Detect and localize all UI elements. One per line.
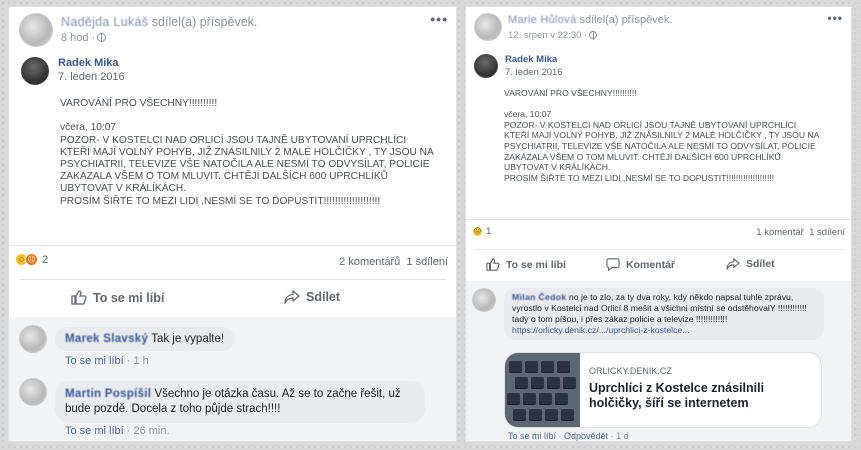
- shared-line: Nadějda Lukáš sdílel(a) příspěvek.: [61, 15, 257, 29]
- commenter-avatar[interactable]: [472, 288, 496, 312]
- comment-time[interactable]: 1 d: [616, 431, 629, 441]
- comment-bubble: Marek Slavský Tak je vypalte!: [55, 327, 235, 351]
- divider: [474, 249, 843, 250]
- comment-reply-link[interactable]: Odpovědět: [564, 431, 608, 441]
- reaction-count: 2: [42, 253, 49, 266]
- divider: [19, 279, 446, 280]
- comment-time[interactable]: · 26 min.: [124, 425, 170, 437]
- post-time-link[interactable]: 8 hod ·: [61, 32, 95, 44]
- commenter-name[interactable]: Milan Čedok: [512, 292, 566, 302]
- comment-label: Komentář: [626, 258, 676, 271]
- like-icon: [486, 258, 500, 271]
- engagement-counts[interactable]: 1 komentář 1 sdílení: [756, 227, 845, 238]
- like-button[interactable]: To se mi líbí: [486, 258, 566, 271]
- shared-text: sdílel(a) příspěvek.: [151, 15, 258, 29]
- post-time: 8 hod ·: [61, 32, 257, 44]
- divider: [9, 245, 456, 246]
- sharer-avatar[interactable]: [19, 13, 53, 47]
- comment-meta: To se mi líbí · 1 h: [65, 355, 149, 367]
- preview-domain: ORLICKY.DENIK.CZ: [589, 366, 672, 376]
- more-icon[interactable]: •••: [430, 11, 448, 27]
- shared-text: sdílel(a) příspěvek.: [579, 14, 673, 26]
- right-post-card: Marie Hůlová sdílel(a) příspěvek. 12. sr…: [465, 6, 852, 442]
- sad-emoji-icon: ☹: [472, 226, 483, 237]
- author-name[interactable]: Radek Mika: [58, 57, 125, 69]
- share-button[interactable]: Sdílet: [284, 290, 340, 304]
- globe-icon: [589, 31, 598, 40]
- share-button[interactable]: Sdílet: [726, 258, 775, 270]
- author-date[interactable]: 7. leden 2016: [505, 67, 563, 78]
- share-icon: [284, 290, 300, 304]
- comment-like-link[interactable]: To se mi líbí: [65, 425, 124, 437]
- like-icon: [71, 290, 87, 305]
- sharer-name[interactable]: Marie Hůlová: [508, 14, 576, 26]
- preview-title: Uprchlíci z Kostelce znásilnili holčičky…: [589, 381, 765, 410]
- post-time-link[interactable]: 12. srpen v 22:30 ·: [508, 30, 587, 41]
- globe-icon: [97, 33, 107, 42]
- comment-bubble: Milan Čedok no je to zlo, za ty dva roky…: [504, 288, 824, 340]
- comment-bubble: Martin Pospíšil Všechno je otázka času. …: [55, 381, 425, 423]
- commenter-name[interactable]: Marek Slavský: [65, 333, 148, 345]
- comment-link[interactable]: https://orlicky.denik.cz/.../uprchlici-z…: [512, 325, 690, 335]
- like-button[interactable]: To se mi líbí: [71, 290, 164, 305]
- sharer-name[interactable]: Nadějda Lukáš: [61, 15, 148, 29]
- preview-image: [505, 353, 580, 427]
- divider: [466, 219, 851, 220]
- engagement-counts[interactable]: 2 komentářů 1 sdílení: [339, 256, 448, 268]
- commenter-avatar[interactable]: [19, 378, 47, 406]
- like-label: To se mi líbí: [93, 290, 165, 305]
- reactions-summary[interactable]: ☹ 1: [472, 226, 491, 237]
- shared-line: Marie Hůlová sdílel(a) příspěvek.: [508, 14, 672, 26]
- comment-meta: To se mi líbí · 26 min.: [65, 425, 170, 437]
- sharer-avatar[interactable]: [474, 13, 502, 41]
- post-body: VAROVÁNÍ PRO VŠECHNY!!!!!!!!!! včera, 10…: [60, 98, 434, 207]
- link-preview-card[interactable]: ORLICKY.DENIK.CZ Uprchlíci z Kostelce zn…: [504, 352, 822, 428]
- more-icon[interactable]: •••: [827, 11, 843, 25]
- original-author: Radek Mika 7. leden 2016: [21, 57, 125, 85]
- angry-emoji-icon: ☹: [25, 253, 38, 266]
- comment-like-link[interactable]: To se mi líbí: [65, 355, 124, 367]
- left-post-card: Nadějda Lukáš sdílel(a) příspěvek. 8 hod…: [8, 6, 457, 442]
- author-avatar[interactable]: [474, 54, 498, 78]
- comment-icon: [606, 258, 620, 271]
- commenter-name[interactable]: Martin Pospíšil: [65, 388, 151, 400]
- share-icon: [726, 258, 740, 270]
- original-author: Radek Mika 7. leden 2016: [474, 54, 563, 78]
- right-post-header: Marie Hůlová sdílel(a) příspěvek. 12. sr…: [474, 13, 672, 41]
- commenter-avatar[interactable]: [19, 325, 47, 353]
- author-name[interactable]: Radek Mika: [505, 54, 563, 65]
- comment-time[interactable]: · 1 h: [124, 355, 149, 367]
- reactions-summary[interactable]: ☺ ☹ 2: [15, 253, 48, 266]
- reaction-count: 1: [486, 226, 492, 237]
- comment-button[interactable]: Komentář: [606, 258, 675, 271]
- author-avatar[interactable]: [21, 57, 49, 85]
- comment-text: Tak je vypalte!: [151, 333, 225, 345]
- left-post-header: Nadějda Lukáš sdílel(a) příspěvek. 8 hod…: [19, 13, 257, 47]
- comment-like-link[interactable]: To se mi líbí: [508, 431, 556, 441]
- comment-meta: To se mi líbí · Odpovědět · 1 d: [508, 431, 629, 441]
- like-label: To se mi líbí: [506, 258, 566, 271]
- author-date[interactable]: 7. leden 2016: [58, 71, 125, 83]
- post-body: VAROVÁNÍ PRO VŠECHNY!!!!!!!!!! včera, 10…: [504, 88, 820, 183]
- share-label: Sdílet: [746, 258, 775, 270]
- post-time: 12. srpen v 22:30 ·: [508, 30, 672, 41]
- share-label: Sdílet: [306, 290, 341, 304]
